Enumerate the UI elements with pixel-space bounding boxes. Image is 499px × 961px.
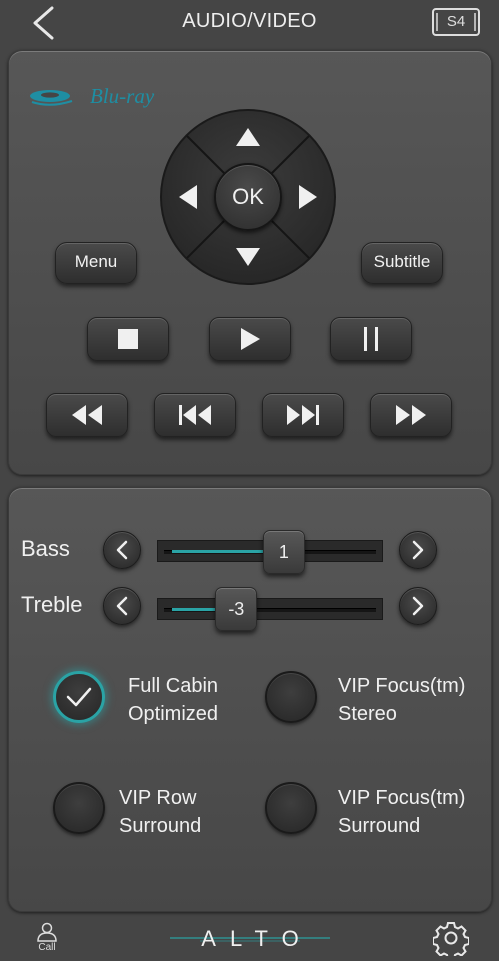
bluray-logo: Blu-ray [28, 80, 178, 112]
mode-full-cabin-radio[interactable] [53, 671, 105, 723]
chevron-left-icon [116, 596, 128, 616]
subtitle-button-label: Subtitle [373, 252, 431, 271]
treble-slider-track[interactable] [157, 598, 383, 620]
previous-track-button[interactable] [154, 393, 236, 437]
bass-increase-button[interactable] [399, 531, 437, 569]
pause-button[interactable] [330, 317, 412, 361]
arrow-down-icon [236, 248, 260, 266]
brand-text: ALTO [201, 926, 313, 951]
bass-slider-thumb[interactable]: 1 [262, 530, 305, 574]
fast-forward-icon [396, 405, 426, 425]
chevron-right-icon [412, 540, 424, 560]
settings-button[interactable] [432, 920, 470, 960]
mode-vip-focus-surround-radio[interactable] [265, 782, 317, 834]
treble-increase-button[interactable] [399, 587, 437, 625]
rewind-icon [72, 405, 102, 425]
treble-decrease-button[interactable] [103, 587, 141, 625]
menu-button-label: Menu [74, 252, 118, 271]
dpad-ok-button[interactable]: OK [214, 163, 282, 231]
ok-label: OK [232, 184, 264, 209]
mode-vip-focus-surround-label[interactable]: VIP Focus(tm) Surround [338, 784, 465, 840]
call-label: Call [38, 942, 56, 953]
mode-vip-row-surround-label[interactable]: VIP Row Surround [119, 784, 201, 840]
person-icon [37, 922, 57, 942]
bluray-logo-text: Blu-ray [90, 84, 155, 108]
dpad-left-button[interactable] [165, 172, 215, 222]
play-button[interactable] [209, 317, 291, 361]
mode-vip-row-surround-radio[interactable] [53, 782, 105, 834]
bluray-disc-icon [30, 90, 73, 106]
arrow-left-icon [179, 185, 197, 209]
arrow-up-icon [236, 128, 260, 146]
dpad-down-button[interactable] [223, 230, 273, 280]
mode-full-cabin-label[interactable]: Full Cabin Optimized [128, 672, 218, 728]
seat-badge[interactable]: S4 [431, 8, 481, 36]
fast-forward-button[interactable] [370, 393, 452, 437]
rewind-button[interactable] [46, 393, 128, 437]
call-button[interactable]: Call [34, 922, 60, 956]
treble-slider-thumb[interactable]: -3 [215, 587, 258, 631]
dpad-right-button[interactable] [281, 172, 331, 222]
stop-icon [118, 329, 138, 349]
bass-label: Bass [21, 536, 70, 561]
chevron-left-icon [116, 540, 128, 560]
seat-badge-label: S4 [446, 13, 466, 30]
menu-button[interactable]: Menu [55, 242, 137, 284]
chevron-right-icon [412, 596, 424, 616]
page-title: AUDIO/VIDEO [182, 10, 317, 32]
next-track-icon [287, 405, 319, 425]
dpad: OK [159, 108, 337, 286]
gear-icon [432, 922, 470, 960]
next-track-button[interactable] [262, 393, 344, 437]
pause-icon [364, 327, 378, 351]
arrow-right-icon [299, 185, 317, 209]
treble-slider-fill [172, 608, 220, 611]
stop-button[interactable] [87, 317, 169, 361]
checkmark-icon [66, 687, 92, 707]
bass-slider-fill [172, 550, 267, 553]
treble-label: Treble [21, 592, 83, 617]
brand-logo: ALTO [170, 924, 330, 954]
bass-decrease-button[interactable] [103, 531, 141, 569]
mode-vip-focus-stereo-label[interactable]: VIP Focus(tm) Stereo [338, 672, 465, 728]
play-icon [241, 328, 260, 350]
bass-value: 1 [278, 542, 289, 562]
mode-vip-focus-stereo-radio[interactable] [265, 671, 317, 723]
subtitle-button[interactable]: Subtitle [361, 242, 443, 284]
treble-value: -3 [228, 599, 245, 619]
dpad-up-button[interactable] [223, 114, 273, 164]
previous-track-icon [179, 405, 211, 425]
